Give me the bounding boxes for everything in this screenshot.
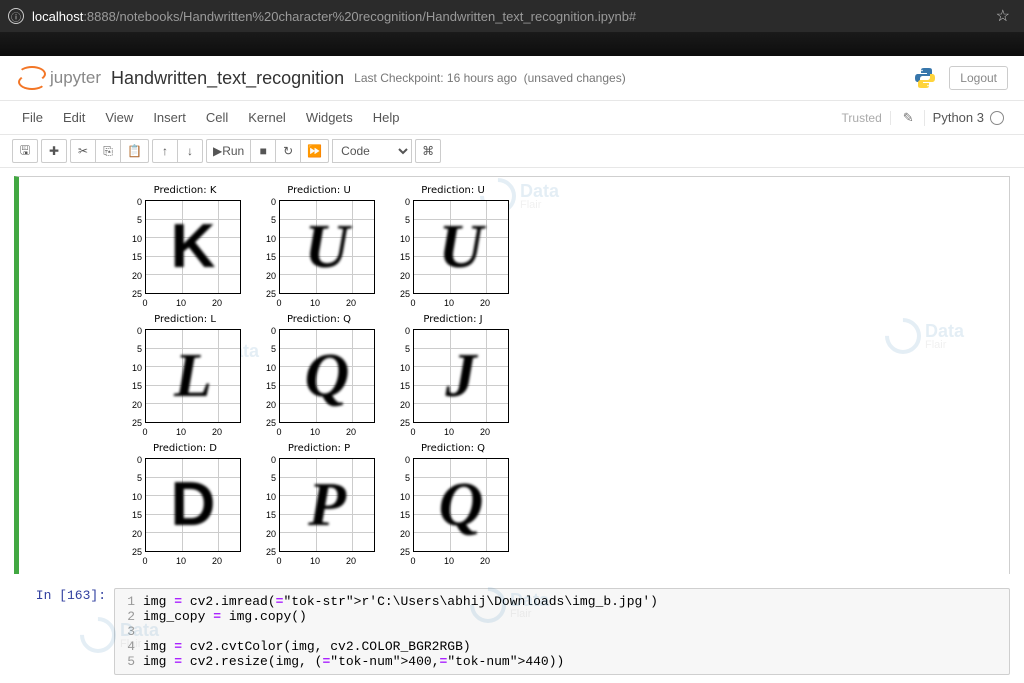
browser-shadow [0, 32, 1024, 56]
plot: Prediction: UU051015202501020 [395, 185, 511, 308]
plot-title: Prediction: K [127, 185, 243, 196]
move-up-button[interactable]: ↑ [152, 139, 178, 163]
insert-cell-button[interactable]: ✚ [41, 139, 67, 163]
jupyter-logo[interactable]: jupyter [16, 64, 101, 92]
code-input-area[interactable]: 1img = cv2.imread(="tok-str">r'C:\Users\… [114, 588, 1010, 675]
save-button[interactable]: 🖫 [12, 139, 38, 163]
restart-run-all-button[interactable]: ⏩ [300, 139, 329, 163]
handwritten-character: J [416, 332, 506, 420]
handwritten-character: U [282, 203, 372, 291]
plot-title: Prediction: P [261, 443, 377, 454]
kernel-indicator[interactable]: Python 3 [925, 110, 1012, 125]
menu-kernel[interactable]: Kernel [238, 104, 296, 131]
command-palette-button[interactable]: ⌘ [415, 139, 441, 163]
copy-button[interactable]: ⎘ [95, 139, 121, 163]
plot: Prediction: LL051015202501020 [127, 314, 243, 437]
menu-edit[interactable]: Edit [53, 104, 95, 131]
python-kernel-icon [913, 66, 937, 90]
menu-insert[interactable]: Insert [143, 104, 196, 131]
info-icon[interactable]: ⓘ [8, 8, 24, 24]
plot: Prediction: UU051015202501020 [261, 185, 377, 308]
plot: Prediction: JJ051015202501020 [395, 314, 511, 437]
edit-icon[interactable]: ✎ [891, 110, 925, 126]
paste-button[interactable]: 📋 [120, 139, 149, 163]
plot: Prediction: KK051015202501020 [127, 185, 243, 308]
notebook-area: DataFlair DataFlair DataFlair DataFlair … [0, 168, 1024, 683]
plot: Prediction: QQ051015202501020 [261, 314, 377, 437]
jupyter-logo-icon [16, 64, 44, 92]
output-cell: Prediction: KK051015202501020Prediction:… [14, 176, 1010, 574]
handwritten-character: K [148, 203, 238, 291]
celltype-select[interactable]: Code [332, 139, 412, 163]
url-text[interactable]: localhost:8888/notebooks/Handwritten%20c… [32, 9, 996, 24]
checkpoint-text: Last Checkpoint: 16 hours ago (unsaved c… [354, 71, 626, 85]
menu-help[interactable]: Help [363, 104, 410, 131]
handwritten-character: D [148, 461, 238, 549]
plot: Prediction: QQ051015202501020 [395, 443, 511, 566]
menu-widgets[interactable]: Widgets [296, 104, 363, 131]
logout-button[interactable]: Logout [949, 66, 1008, 90]
menubar: FileEditViewInsertCellKernelWidgetsHelp … [0, 100, 1024, 135]
handwritten-character: P [282, 461, 372, 549]
code-cell[interactable]: In [163]: 1img = cv2.imread(="tok-str">r… [14, 588, 1010, 675]
menu-view[interactable]: View [95, 104, 143, 131]
restart-button[interactable]: ↻ [275, 139, 301, 163]
plot: Prediction: DD051015202501020 [127, 443, 243, 566]
move-down-button[interactable]: ↓ [177, 139, 203, 163]
handwritten-character: Q [282, 332, 372, 420]
plot: Prediction: PP051015202501020 [261, 443, 377, 566]
browser-address-bar: ⓘ localhost:8888/notebooks/Handwritten%2… [0, 0, 1024, 32]
input-prompt: In [163]: [14, 588, 114, 675]
plot-title: Prediction: U [261, 185, 377, 196]
notebook-title[interactable]: Handwritten_text_recognition [111, 68, 344, 89]
cut-button[interactable]: ✂ [70, 139, 96, 163]
kernel-status-icon [990, 111, 1004, 125]
plot-title: Prediction: Q [395, 443, 511, 454]
jupyter-logo-text: jupyter [50, 68, 101, 88]
menu-cell[interactable]: Cell [196, 104, 238, 131]
bookmark-star-icon[interactable]: ☆ [996, 6, 1010, 26]
menu-file[interactable]: File [12, 104, 53, 131]
stop-button[interactable]: ■ [250, 139, 276, 163]
notebook-header: jupyter Handwritten_text_recognition Las… [0, 56, 1024, 100]
plot-title: Prediction: J [395, 314, 511, 325]
plot-title: Prediction: D [127, 443, 243, 454]
handwritten-character: L [148, 332, 238, 420]
plot-grid: Prediction: KK051015202501020Prediction:… [27, 185, 1001, 566]
handwritten-character: Q [416, 461, 506, 549]
trusted-indicator[interactable]: Trusted [834, 111, 891, 125]
run-button[interactable]: ▶ Run [206, 139, 251, 163]
plot-title: Prediction: L [127, 314, 243, 325]
plot-title: Prediction: U [395, 185, 511, 196]
toolbar: 🖫 ✚ ✂ ⎘ 📋 ↑ ↓ ▶ Run ■ ↻ ⏩ Code ⌘ [0, 135, 1024, 168]
plot-title: Prediction: Q [261, 314, 377, 325]
handwritten-character: U [416, 203, 506, 291]
